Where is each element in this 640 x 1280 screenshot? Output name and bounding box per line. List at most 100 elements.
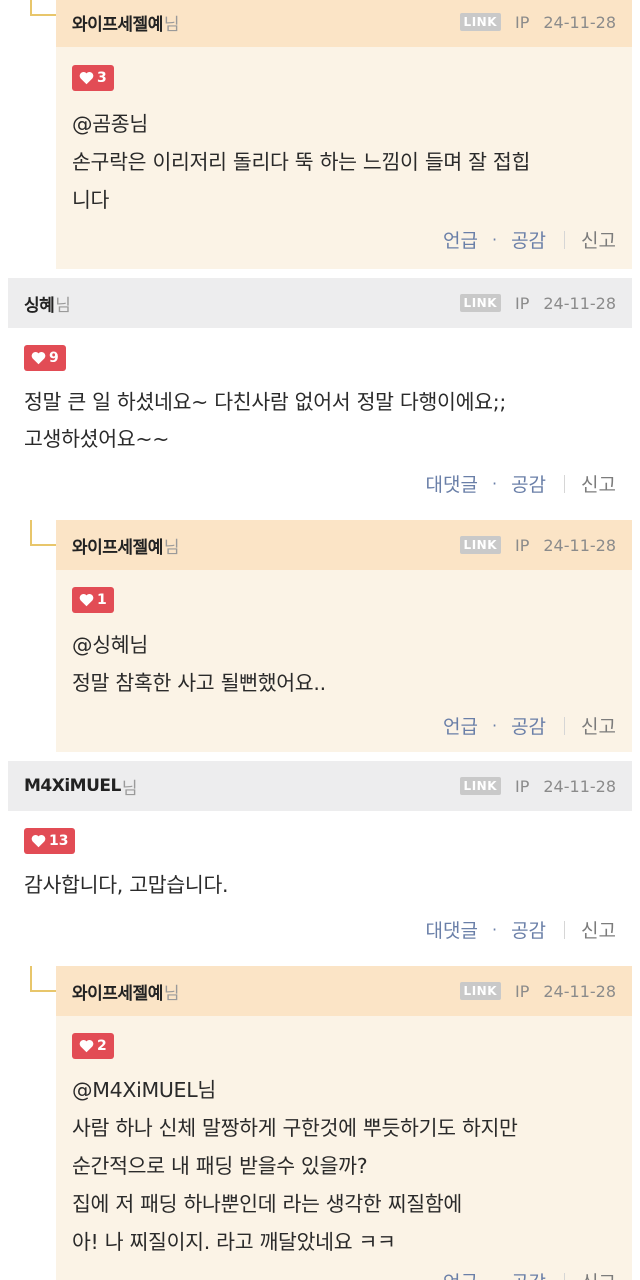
link-button[interactable]: LINK — [459, 536, 501, 554]
comment-header: 와이프세젤예 님 LINK IP 24-11-28 — [56, 966, 632, 1016]
comment-actions: 대댓글 · 공감 신고 — [426, 916, 616, 943]
reply-comment: 와이프세젤예 님 LINK IP 24-11-28 2 @M4XiMUEL님 사… — [56, 966, 632, 1280]
like-count: 3 — [97, 70, 107, 86]
ip-label: IP — [515, 293, 530, 313]
heart-icon — [31, 834, 46, 848]
comment-author[interactable]: 싱혜 — [24, 291, 55, 316]
separator-bar — [564, 474, 566, 493]
reply-button[interactable]: 대댓글 — [426, 916, 478, 943]
like-count-badge: 1 — [72, 587, 114, 613]
like-count-badge: 13 — [24, 828, 76, 854]
mention-line: @곰종님 — [72, 105, 616, 143]
comment-author[interactable]: 와이프세젤예 — [72, 10, 163, 35]
empathy-button[interactable]: 공감 — [511, 916, 546, 943]
like-count-badge: 3 — [72, 65, 114, 91]
link-button[interactable]: LINK — [459, 982, 501, 1000]
comment-body: @싱혜님 정말 참혹한 사고 될뻔했어요.. — [72, 626, 616, 702]
mention-line: @싱혜님 — [72, 626, 616, 664]
link-button[interactable]: LINK — [459, 777, 501, 795]
ip-label: IP — [515, 12, 530, 32]
comment-meta: LINK IP 24-11-28 — [459, 981, 616, 1001]
comment-header: 와이프세젤예 님 LINK IP 24-11-28 — [56, 520, 632, 570]
mention-link[interactable]: @M4XiMUEL — [72, 1078, 198, 1102]
reply-branch-line — [30, 0, 56, 16]
author-honorific: 님 — [55, 295, 71, 316]
mention-honorific: 님 — [129, 112, 148, 136]
separator-bar — [564, 1272, 566, 1280]
separator-dot: · — [491, 920, 498, 939]
comment-actions: 언급 · 공감 신고 — [443, 226, 616, 253]
empathy-button[interactable]: 공감 — [511, 1268, 546, 1280]
comment-text-line: 정말 큰 일 하셨네요~ 다친사람 없어서 정말 다행이에요;; — [24, 390, 506, 414]
comment-text-line: 정말 참혹한 사고 될뻔했어요.. — [72, 671, 326, 695]
heart-icon — [79, 593, 94, 607]
mention-line: @M4XiMUEL님 — [72, 1071, 616, 1109]
mention-button[interactable]: 언급 — [443, 712, 478, 739]
comment-date: 24-11-28 — [543, 776, 616, 796]
empathy-button[interactable]: 공감 — [511, 470, 546, 497]
comment-meta: LINK IP 24-11-28 — [459, 776, 616, 796]
comment-text-line: 감사합니다, 고맙습니다. — [24, 873, 229, 897]
like-count: 9 — [49, 350, 59, 366]
ip-label: IP — [515, 535, 530, 555]
comment-actions: 언급 · 공감 신고 — [443, 1268, 616, 1280]
separator-dot: · — [492, 1272, 497, 1280]
mention-button[interactable]: 언급 — [443, 226, 478, 253]
reply-comment: 와이프세젤예 님 LINK IP 24-11-28 1 @싱혜님 정말 참혹한 … — [56, 520, 632, 752]
comment-meta: LINK IP 24-11-28 — [459, 12, 616, 32]
separator-dot: · — [491, 230, 498, 249]
mention-button[interactable]: 언급 — [443, 1268, 478, 1280]
comment-text-line: 집에 저 패딩 하나뿐인데 라는 생각한 찌질함에 — [72, 1192, 462, 1216]
comment-text-line: 손구락은 이리저리 돌리다 뚝 하는 느낌이 들며 잘 접힙 — [72, 150, 531, 174]
author-honorific: 님 — [163, 983, 180, 1004]
mention-link[interactable]: @싱혜 — [72, 633, 130, 657]
comment-body: @곰종님 손구락은 이리저리 돌리다 뚝 하는 느낌이 들며 잘 접힙 니다 — [72, 105, 616, 219]
report-button[interactable]: 신고 — [581, 226, 616, 253]
comment-author[interactable]: M4XiMUEL — [24, 776, 121, 796]
like-count: 1 — [97, 592, 107, 608]
comment-header: M4XiMUEL 님 LINK IP 24-11-28 — [8, 761, 632, 811]
comment-text-line: 고생하셨어요~~ — [24, 427, 170, 451]
reply-branch-line — [30, 520, 56, 546]
comment-author[interactable]: 와이프세젤예 — [72, 533, 163, 558]
heart-icon — [79, 71, 94, 85]
reply-comment: 와이프세젤예 님 LINK IP 24-11-28 3 @곰종님 손구락은 이리… — [56, 0, 632, 269]
mention-honorific: 님 — [129, 633, 148, 657]
ip-label: IP — [515, 981, 530, 1001]
comment-date: 24-11-28 — [543, 535, 616, 555]
separator-dot: · — [491, 716, 498, 735]
report-button[interactable]: 신고 — [581, 712, 616, 739]
like-count: 2 — [97, 1038, 107, 1054]
link-button[interactable]: LINK — [459, 13, 501, 31]
like-count-badge: 2 — [72, 1033, 114, 1059]
comment-body: 정말 큰 일 하셨네요~ 다친사람 없어서 정말 다행이에요;; 고생하셨어요~… — [24, 384, 616, 458]
separator-bar — [564, 920, 566, 939]
comment-body: @M4XiMUEL님 사람 하나 신체 말짱하게 구한것에 뿌듯하기도 하지만 … — [72, 1071, 616, 1261]
mention-link[interactable]: @곰종 — [72, 112, 130, 136]
comment-actions: 언급 · 공감 신고 — [443, 712, 616, 739]
comment-author[interactable]: 와이프세젤예 — [72, 979, 163, 1004]
comment-date: 24-11-28 — [543, 12, 616, 32]
separator-bar — [564, 716, 566, 735]
reply-branch-line — [30, 966, 56, 992]
empathy-button[interactable]: 공감 — [511, 712, 546, 739]
empathy-button[interactable]: 공감 — [511, 226, 546, 253]
report-button[interactable]: 신고 — [581, 1268, 616, 1280]
comment-meta: LINK IP 24-11-28 — [459, 535, 616, 555]
comment-meta: LINK IP 24-11-28 — [459, 293, 616, 313]
like-count: 13 — [49, 833, 69, 849]
mention-honorific: 님 — [197, 1078, 216, 1102]
comment-actions: 대댓글 · 공감 신고 — [426, 470, 616, 497]
link-button[interactable]: LINK — [459, 294, 501, 312]
heart-icon — [79, 1039, 94, 1053]
ip-label: IP — [515, 776, 530, 796]
separator-dot: · — [491, 474, 498, 493]
comment-date: 24-11-28 — [543, 981, 616, 1001]
report-button[interactable]: 신고 — [581, 916, 616, 943]
reply-button[interactable]: 대댓글 — [426, 470, 478, 497]
comment: 싱혜 님 LINK IP 24-11-28 9 정말 큰 일 하셨네요~ 다친사… — [8, 278, 632, 510]
like-count-badge: 9 — [24, 345, 66, 371]
comment-text-line: 순간적으로 내 패딩 받을수 있을까? — [72, 1154, 368, 1178]
report-button[interactable]: 신고 — [581, 470, 616, 497]
comment: M4XiMUEL 님 LINK IP 24-11-28 13 감사합니다, 고맙… — [8, 761, 632, 956]
